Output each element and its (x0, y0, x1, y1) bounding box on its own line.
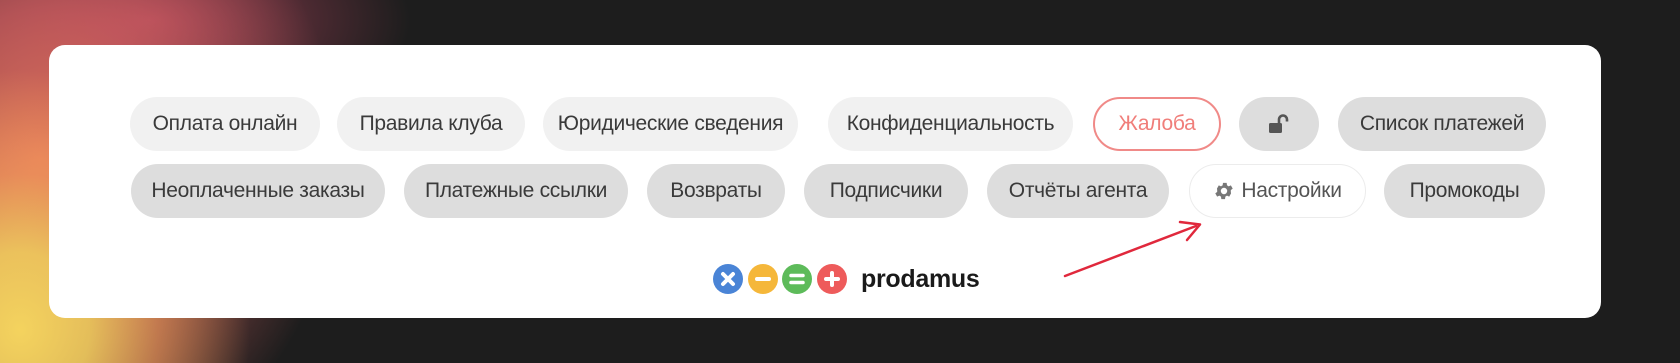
plus-dot-icon (816, 264, 847, 294)
close-dot-icon (713, 264, 743, 294)
equals-dot-icon (782, 264, 812, 294)
brand-name: prodamus (861, 264, 980, 293)
minus-dot-icon (747, 264, 778, 294)
pointer-arrow (1063, 220, 1202, 278)
prodamus-logo: prodamus (713, 263, 980, 295)
